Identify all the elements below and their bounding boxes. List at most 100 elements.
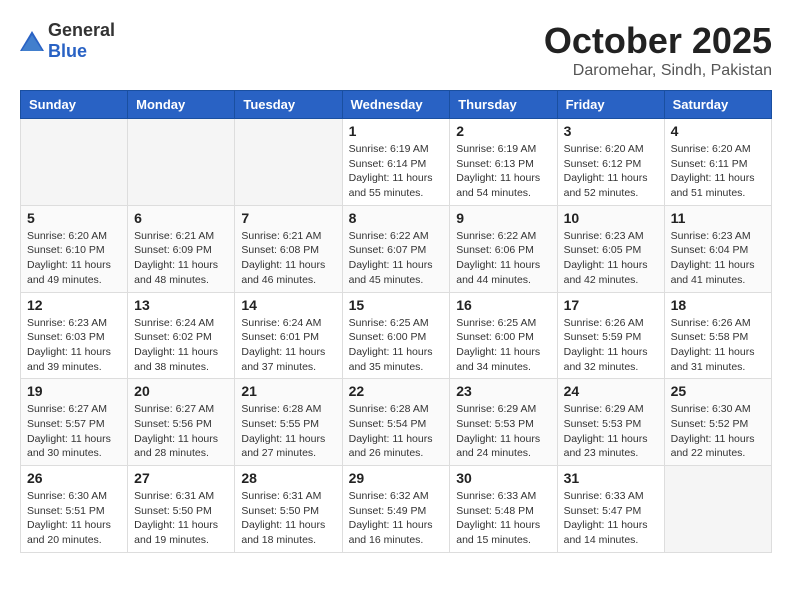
- day-info: Sunrise: 6:22 AM Sunset: 6:06 PM Dayligh…: [456, 229, 550, 288]
- calendar-day-cell: 24Sunrise: 6:29 AM Sunset: 5:53 PM Dayli…: [557, 379, 664, 466]
- calendar-day-cell: 13 Sunrise: 6:24 AM Sunset: 6:02 PM Dayli…: [128, 292, 235, 379]
- day-info: Sunrise: 6:31 AM Sunset: 5:50 PM Dayligh…: [241, 489, 335, 548]
- day-number: 5: [27, 210, 121, 226]
- day-info: Sunrise: 6:28 AM Sunset: 5:54 PM Dayligh…: [349, 402, 444, 461]
- day-number: 25: [671, 383, 765, 399]
- calendar-week-row: 26 Sunrise: 6:30 AM Sunset: 5:51 PM Dayli…: [21, 466, 772, 553]
- calendar-table: SundayMondayTuesdayWednesdayThursdayFrid…: [20, 90, 772, 553]
- day-number: 20: [134, 383, 228, 399]
- day-info: Sunrise: 6:22 AM Sunset: 6:07 PM Dayligh…: [349, 229, 444, 288]
- calendar-day-cell: 14Sunrise: 6:24 AM Sunset: 6:01 PM Dayli…: [235, 292, 342, 379]
- day-number: 26: [27, 470, 121, 486]
- calendar-day-cell: 10Sunrise: 6:23 AM Sunset: 6:05 PM Dayli…: [557, 205, 664, 292]
- day-info: Sunrise: 6:20 AM Sunset: 6:10 PM Dayligh…: [27, 229, 121, 288]
- day-info: Sunrise: 6:19 AM Sunset: 6:13 PM Dayligh…: [456, 142, 550, 201]
- calendar-day-cell: 7 Sunrise: 6:21 AM Sunset: 6:08 PM Daylig…: [235, 205, 342, 292]
- calendar-day-cell: [128, 119, 235, 206]
- logo-icon: [20, 31, 44, 51]
- day-number: 8: [349, 210, 444, 226]
- calendar-day-cell: 6 Sunrise: 6:21 AM Sunset: 6:09 PM Daylig…: [128, 205, 235, 292]
- day-number: 15: [349, 297, 444, 313]
- weekday-header-thursday: Thursday: [450, 91, 557, 119]
- calendar-day-cell: 12 Sunrise: 6:23 AM Sunset: 6:03 PM Dayli…: [21, 292, 128, 379]
- day-info: Sunrise: 6:21 AM Sunset: 6:08 PM Dayligh…: [241, 229, 335, 288]
- day-info: Sunrise: 6:32 AM Sunset: 5:49 PM Dayligh…: [349, 489, 444, 548]
- day-number: 17: [564, 297, 658, 313]
- day-number: 18: [671, 297, 765, 313]
- day-info: Sunrise: 6:23 AM Sunset: 6:03 PM Dayligh…: [27, 316, 121, 375]
- day-number: 28: [241, 470, 335, 486]
- day-info: Sunrise: 6:29 AM Sunset: 5:53 PM Dayligh…: [456, 402, 550, 461]
- calendar-week-row: 19 Sunrise: 6:27 AM Sunset: 5:57 PM Dayli…: [21, 379, 772, 466]
- weekday-header-saturday: Saturday: [664, 91, 771, 119]
- day-info: Sunrise: 6:23 AM Sunset: 6:05 PM Dayligh…: [564, 229, 658, 288]
- day-info: Sunrise: 6:23 AM Sunset: 6:04 PM Dayligh…: [671, 229, 765, 288]
- day-number: 19: [27, 383, 121, 399]
- calendar-day-cell: 23 Sunrise: 6:29 AM Sunset: 5:53 PM Dayli…: [450, 379, 557, 466]
- day-number: 27: [134, 470, 228, 486]
- calendar-day-cell: 30Sunrise: 6:33 AM Sunset: 5:48 PM Dayli…: [450, 466, 557, 553]
- day-info: Sunrise: 6:24 AM Sunset: 6:02 PM Dayligh…: [134, 316, 228, 375]
- calendar-day-cell: 27 Sunrise: 6:31 AM Sunset: 5:50 PM Dayli…: [128, 466, 235, 553]
- weekday-header-friday: Friday: [557, 91, 664, 119]
- calendar-day-cell: 5 Sunrise: 6:20 AM Sunset: 6:10 PM Daylig…: [21, 205, 128, 292]
- month-title: October 2025: [544, 20, 772, 62]
- day-number: 9: [456, 210, 550, 226]
- day-info: Sunrise: 6:33 AM Sunset: 5:47 PM Dayligh…: [564, 489, 658, 548]
- day-number: 21: [241, 383, 335, 399]
- calendar-day-cell: 16 Sunrise: 6:25 AM Sunset: 6:00 PM Dayli…: [450, 292, 557, 379]
- location-title: Daromehar, Sindh, Pakistan: [544, 62, 772, 80]
- day-number: 23: [456, 383, 550, 399]
- calendar-week-row: 1 Sunrise: 6:19 AM Sunset: 6:14 PM Daylig…: [21, 119, 772, 206]
- weekday-header-sunday: Sunday: [21, 91, 128, 119]
- day-info: Sunrise: 6:25 AM Sunset: 6:00 PM Dayligh…: [349, 316, 444, 375]
- logo-blue: Blue: [48, 41, 87, 61]
- day-number: 13: [134, 297, 228, 313]
- day-info: Sunrise: 6:30 AM Sunset: 5:51 PM Dayligh…: [27, 489, 121, 548]
- day-info: Sunrise: 6:21 AM Sunset: 6:09 PM Dayligh…: [134, 229, 228, 288]
- weekday-header-tuesday: Tuesday: [235, 91, 342, 119]
- day-info: Sunrise: 6:26 AM Sunset: 5:59 PM Dayligh…: [564, 316, 658, 375]
- day-info: Sunrise: 6:29 AM Sunset: 5:53 PM Dayligh…: [564, 402, 658, 461]
- calendar-day-cell: 21 Sunrise: 6:28 AM Sunset: 5:55 PM Dayli…: [235, 379, 342, 466]
- day-info: Sunrise: 6:26 AM Sunset: 5:58 PM Dayligh…: [671, 316, 765, 375]
- calendar-day-cell: 8 Sunrise: 6:22 AM Sunset: 6:07 PM Daylig…: [342, 205, 450, 292]
- day-info: Sunrise: 6:30 AM Sunset: 5:52 PM Dayligh…: [671, 402, 765, 461]
- calendar-day-cell: 3 Sunrise: 6:20 AM Sunset: 6:12 PM Daylig…: [557, 119, 664, 206]
- day-number: 16: [456, 297, 550, 313]
- calendar-day-cell: [235, 119, 342, 206]
- calendar-day-cell: 22Sunrise: 6:28 AM Sunset: 5:54 PM Dayli…: [342, 379, 450, 466]
- day-info: Sunrise: 6:25 AM Sunset: 6:00 PM Dayligh…: [456, 316, 550, 375]
- calendar-day-cell: 2Sunrise: 6:19 AM Sunset: 6:13 PM Daylig…: [450, 119, 557, 206]
- day-info: Sunrise: 6:19 AM Sunset: 6:14 PM Dayligh…: [349, 142, 444, 201]
- page-header: General Blue October 2025 Daromehar, Sin…: [20, 20, 772, 80]
- calendar-day-cell: 28 Sunrise: 6:31 AM Sunset: 5:50 PM Dayli…: [235, 466, 342, 553]
- calendar-day-cell: 29 Sunrise: 6:32 AM Sunset: 5:49 PM Dayli…: [342, 466, 450, 553]
- day-info: Sunrise: 6:27 AM Sunset: 5:56 PM Dayligh…: [134, 402, 228, 461]
- weekday-header-wednesday: Wednesday: [342, 91, 450, 119]
- calendar-week-row: 5 Sunrise: 6:20 AM Sunset: 6:10 PM Daylig…: [21, 205, 772, 292]
- day-number: 3: [564, 123, 658, 139]
- logo-general: General: [48, 20, 115, 40]
- day-number: 7: [241, 210, 335, 226]
- calendar-day-cell: 18 Sunrise: 6:26 AM Sunset: 5:58 PM Dayli…: [664, 292, 771, 379]
- weekday-header-monday: Monday: [128, 91, 235, 119]
- day-info: Sunrise: 6:33 AM Sunset: 5:48 PM Dayligh…: [456, 489, 550, 548]
- calendar-day-cell: 26 Sunrise: 6:30 AM Sunset: 5:51 PM Dayli…: [21, 466, 128, 553]
- calendar-day-cell: 31Sunrise: 6:33 AM Sunset: 5:47 PM Dayli…: [557, 466, 664, 553]
- day-number: 29: [349, 470, 444, 486]
- day-info: Sunrise: 6:24 AM Sunset: 6:01 PM Dayligh…: [241, 316, 335, 375]
- calendar-day-cell: 9 Sunrise: 6:22 AM Sunset: 6:06 PM Daylig…: [450, 205, 557, 292]
- day-info: Sunrise: 6:28 AM Sunset: 5:55 PM Dayligh…: [241, 402, 335, 461]
- day-number: 11: [671, 210, 765, 226]
- calendar-day-cell: [664, 466, 771, 553]
- day-info: Sunrise: 6:27 AM Sunset: 5:57 PM Dayligh…: [27, 402, 121, 461]
- calendar-week-row: 12 Sunrise: 6:23 AM Sunset: 6:03 PM Dayli…: [21, 292, 772, 379]
- day-number: 12: [27, 297, 121, 313]
- day-info: Sunrise: 6:20 AM Sunset: 6:12 PM Dayligh…: [564, 142, 658, 201]
- day-number: 6: [134, 210, 228, 226]
- day-number: 4: [671, 123, 765, 139]
- calendar-day-cell: 25 Sunrise: 6:30 AM Sunset: 5:52 PM Dayli…: [664, 379, 771, 466]
- day-number: 1: [349, 123, 444, 139]
- day-info: Sunrise: 6:31 AM Sunset: 5:50 PM Dayligh…: [134, 489, 228, 548]
